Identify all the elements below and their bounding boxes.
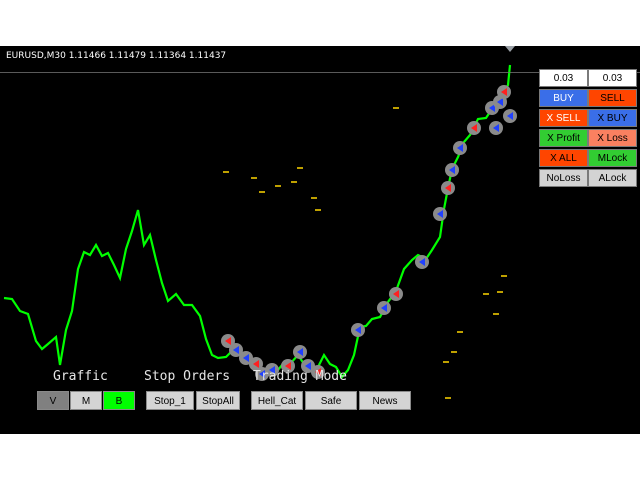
graffic-label: Graffic [53,369,108,384]
stop-orders-label: Stop Orders [144,369,231,384]
graffic-v-button[interactable]: V [37,391,69,410]
graffic-b-button[interactable]: B [103,391,135,410]
lot-size-right-input[interactable]: 0.03 [588,69,637,87]
sell-button[interactable]: SELL [588,89,637,107]
x-axis-label: 16 May 13:30 [450,418,512,428]
close-loss-button[interactable]: X Loss [588,129,637,147]
x-axis-label: 5 May 21:30 [131,418,187,428]
close-profit-button[interactable]: X Profit [539,129,588,147]
buy-button[interactable]: BUY [539,89,588,107]
news-button[interactable]: News [359,391,411,410]
price-line [3,64,512,379]
x-axis-label: 3 May 2017 [3,418,56,428]
price-chart[interactable]: EURUSD,M30 1.11466 1.11479 1.11364 1.114… [0,46,640,434]
graffic-m-button[interactable]: M [70,391,102,410]
close-buy-button[interactable]: X BUY [588,109,637,127]
stop-all-button[interactable]: StopAll [196,391,240,410]
stop-1-button[interactable]: Stop_1 [146,391,194,410]
price-marker-icon [505,46,515,52]
mlock-button[interactable]: MLock [588,149,637,167]
close-all-button[interactable]: X ALL [539,149,588,167]
x-axis-label: 4 May 13:30 [66,418,122,428]
lot-size-left-input[interactable]: 0.03 [539,69,588,87]
x-axis-label: 10 May 13:30 [258,418,320,428]
x-axis-label: 15 May 05:30 [386,418,448,428]
noloss-button[interactable]: NoLoss [539,169,588,187]
hell-cat-button[interactable]: Hell_Cat [251,391,303,410]
close-sell-button[interactable]: X SELL [539,109,588,127]
x-axis-label: 11 May 21:30 [322,418,384,428]
trading-mode-label: Trading Mode [253,369,347,384]
x-axis-label: 9 May 05:30 [195,418,251,428]
safe-button[interactable]: Safe [305,391,357,410]
alock-button[interactable]: ALock [588,169,637,187]
symbol-header: EURUSD,M30 1.11466 1.11479 1.11364 1.114… [6,51,227,61]
